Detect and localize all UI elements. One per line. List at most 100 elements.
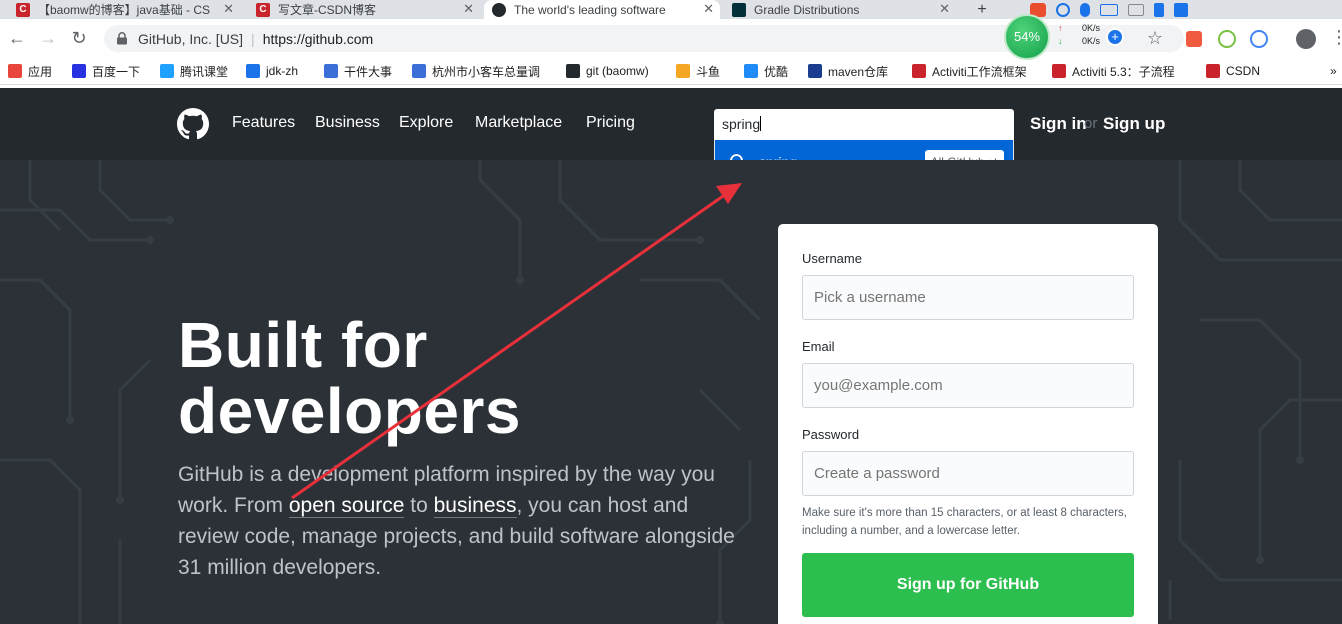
bookmark-label: 优酷 bbox=[764, 64, 789, 79]
bookmark-item[interactable]: 应用 bbox=[8, 62, 52, 80]
star-icon: ☆ bbox=[1146, 28, 1164, 48]
bookmark-label: Activiti 5.3：子流程 bbox=[1072, 64, 1175, 79]
close-icon[interactable]: ✕ bbox=[939, 1, 950, 17]
menu-button[interactable]: ⋮ bbox=[1330, 27, 1342, 48]
open-source-link[interactable]: open source bbox=[288, 494, 405, 518]
tab-title: The world's leading software bbox=[514, 2, 666, 17]
sign-in-link[interactable]: Sign in bbox=[1030, 114, 1087, 134]
reload-icon: ↻ bbox=[71, 28, 87, 48]
apps-icon bbox=[8, 64, 22, 78]
search-input[interactable]: spring bbox=[714, 109, 1014, 140]
phone-icon[interactable] bbox=[1154, 2, 1164, 17]
plus-icon[interactable]: + bbox=[1106, 28, 1124, 46]
tab-csdn-write[interactable]: C 写文章-CSDN博客 ✕ bbox=[248, 0, 480, 19]
tab-gradle[interactable]: Gradle Distributions ✕ bbox=[724, 0, 956, 19]
text-caret bbox=[760, 116, 762, 131]
bookmark-label: 百度一下 bbox=[92, 64, 141, 79]
coupon-extension-icon[interactable] bbox=[1186, 31, 1202, 47]
gradle-icon bbox=[732, 2, 746, 17]
dots-icon bbox=[412, 64, 426, 78]
bookmark-label: Activiti工作流框架 bbox=[932, 64, 1027, 79]
nav-features[interactable]: Features bbox=[232, 114, 295, 132]
tab-baomw-blog[interactable]: C 【baomw的博客】java基础 - CS ✕ bbox=[8, 0, 240, 19]
hero-description: GitHub is a development platform inspire… bbox=[178, 459, 738, 583]
lock-icon bbox=[116, 32, 128, 45]
bookmark-label: CSDN bbox=[1226, 64, 1261, 78]
bookmark-item[interactable]: 杭州市小客车总量调 bbox=[412, 62, 540, 80]
password-label: Password bbox=[802, 427, 860, 442]
github-icon bbox=[566, 64, 580, 78]
tab-title: 【baomw的博客】java基础 - CS bbox=[38, 3, 211, 17]
close-icon[interactable]: ✕ bbox=[463, 1, 474, 17]
nav-marketplace[interactable]: Marketplace bbox=[475, 114, 562, 132]
new-tab-button[interactable]: + bbox=[964, 0, 1000, 19]
signup-submit-button[interactable]: Sign up for GitHub bbox=[802, 553, 1134, 617]
hero-section: Built for developers GitHub is a develop… bbox=[0, 160, 1342, 624]
tencent-icon bbox=[160, 64, 174, 78]
bookmark-item[interactable]: Activiti工作流框架 bbox=[912, 62, 1027, 80]
bookmark-label: git (baomw) bbox=[586, 64, 649, 78]
back-button[interactable]: ← bbox=[6, 27, 28, 49]
baidu-icon bbox=[72, 64, 86, 78]
bookmark-item[interactable]: git (baomw) bbox=[566, 62, 649, 80]
bookmark-item[interactable]: jdk-zh bbox=[246, 62, 298, 80]
csdn-icon bbox=[1052, 64, 1066, 78]
profile-avatar[interactable] bbox=[1296, 29, 1316, 49]
bookmark-item[interactable]: 斗鱼 bbox=[676, 62, 720, 80]
headline-line-2: developers bbox=[178, 375, 521, 447]
bookmark-star-button[interactable]: ☆ bbox=[1144, 27, 1166, 49]
plus-icon: + bbox=[977, 0, 987, 18]
mic-icon[interactable] bbox=[1080, 2, 1090, 17]
github-logo-icon[interactable] bbox=[177, 108, 209, 140]
nav-explore[interactable]: Explore bbox=[399, 114, 453, 132]
c-icon bbox=[246, 64, 260, 78]
forward-button[interactable]: → bbox=[37, 27, 59, 49]
network-speed-widget: ↑ 0K/s ↓ 0K/s + bbox=[1056, 22, 1128, 54]
bookmarks-overflow-button[interactable]: » bbox=[1330, 62, 1337, 80]
email-input[interactable] bbox=[802, 363, 1134, 408]
auth-separator: or bbox=[1084, 115, 1098, 132]
bookmark-item[interactable]: 优酷 bbox=[744, 62, 788, 80]
nav-business[interactable]: Business bbox=[315, 114, 380, 132]
memory-usage-badge[interactable]: 54% bbox=[1004, 14, 1050, 60]
bookmark-label: 杭州市小客车总量调 bbox=[432, 64, 541, 79]
reload-button[interactable]: ↻ bbox=[68, 27, 90, 49]
headline-line-1: Built for bbox=[178, 309, 428, 381]
hero-headline: Built for developers bbox=[178, 312, 521, 444]
business-link[interactable]: business bbox=[433, 494, 517, 518]
bookmark-item[interactable]: 干件大事 bbox=[324, 62, 392, 80]
csdn-icon: C bbox=[16, 2, 30, 17]
bookmark-item[interactable]: Activiti 5.3：子流程 bbox=[1052, 62, 1175, 80]
site-identity[interactable]: GitHub, Inc. [US] bbox=[138, 31, 243, 47]
url-text[interactable]: https://github.com bbox=[263, 31, 374, 47]
bookmark-item[interactable]: 腾讯课堂 bbox=[160, 62, 228, 80]
screen-icon[interactable] bbox=[1128, 3, 1144, 16]
browser-toolbar: ← → ↻ GitHub, Inc. [US] | https://github… bbox=[0, 19, 1342, 57]
tab-title: Gradle Distributions bbox=[754, 2, 860, 17]
emoji-icon[interactable] bbox=[1056, 2, 1070, 17]
sign-up-link[interactable]: Sign up bbox=[1103, 114, 1165, 134]
url-separator: | bbox=[251, 30, 255, 47]
close-icon[interactable]: ✕ bbox=[223, 1, 234, 17]
grid-icon[interactable] bbox=[1174, 2, 1188, 17]
csdn-icon bbox=[912, 64, 926, 78]
username-input[interactable] bbox=[802, 275, 1134, 320]
clock-extension-icon[interactable] bbox=[1218, 30, 1236, 48]
arrow-up-icon: ↑ bbox=[1058, 23, 1063, 33]
close-icon[interactable]: ✕ bbox=[703, 1, 714, 17]
bookmark-item[interactable]: CSDN bbox=[1206, 62, 1260, 80]
nav-pricing[interactable]: Pricing bbox=[586, 114, 635, 132]
bookmark-label: 腾讯课堂 bbox=[180, 64, 229, 79]
signup-form: Username Email Password Make sure it's m… bbox=[778, 224, 1158, 624]
password-input[interactable] bbox=[802, 451, 1134, 496]
browser-chrome: C 【baomw的博客】java基础 - CS ✕ C 写文章-CSDN博客 ✕… bbox=[0, 0, 1342, 88]
keyboard-icon[interactable] bbox=[1100, 3, 1118, 16]
tab-github[interactable]: The world's leading software ✕ bbox=[484, 0, 720, 19]
extension-icon[interactable] bbox=[1250, 30, 1268, 48]
bookmark-item[interactable]: 百度一下 bbox=[72, 62, 140, 80]
username-label: Username bbox=[802, 251, 862, 266]
bookmark-item[interactable]: maven仓库 bbox=[808, 62, 888, 80]
bookmark-label: jdk-zh bbox=[266, 64, 299, 78]
github-icon bbox=[492, 2, 506, 17]
douyu-icon bbox=[676, 64, 690, 78]
